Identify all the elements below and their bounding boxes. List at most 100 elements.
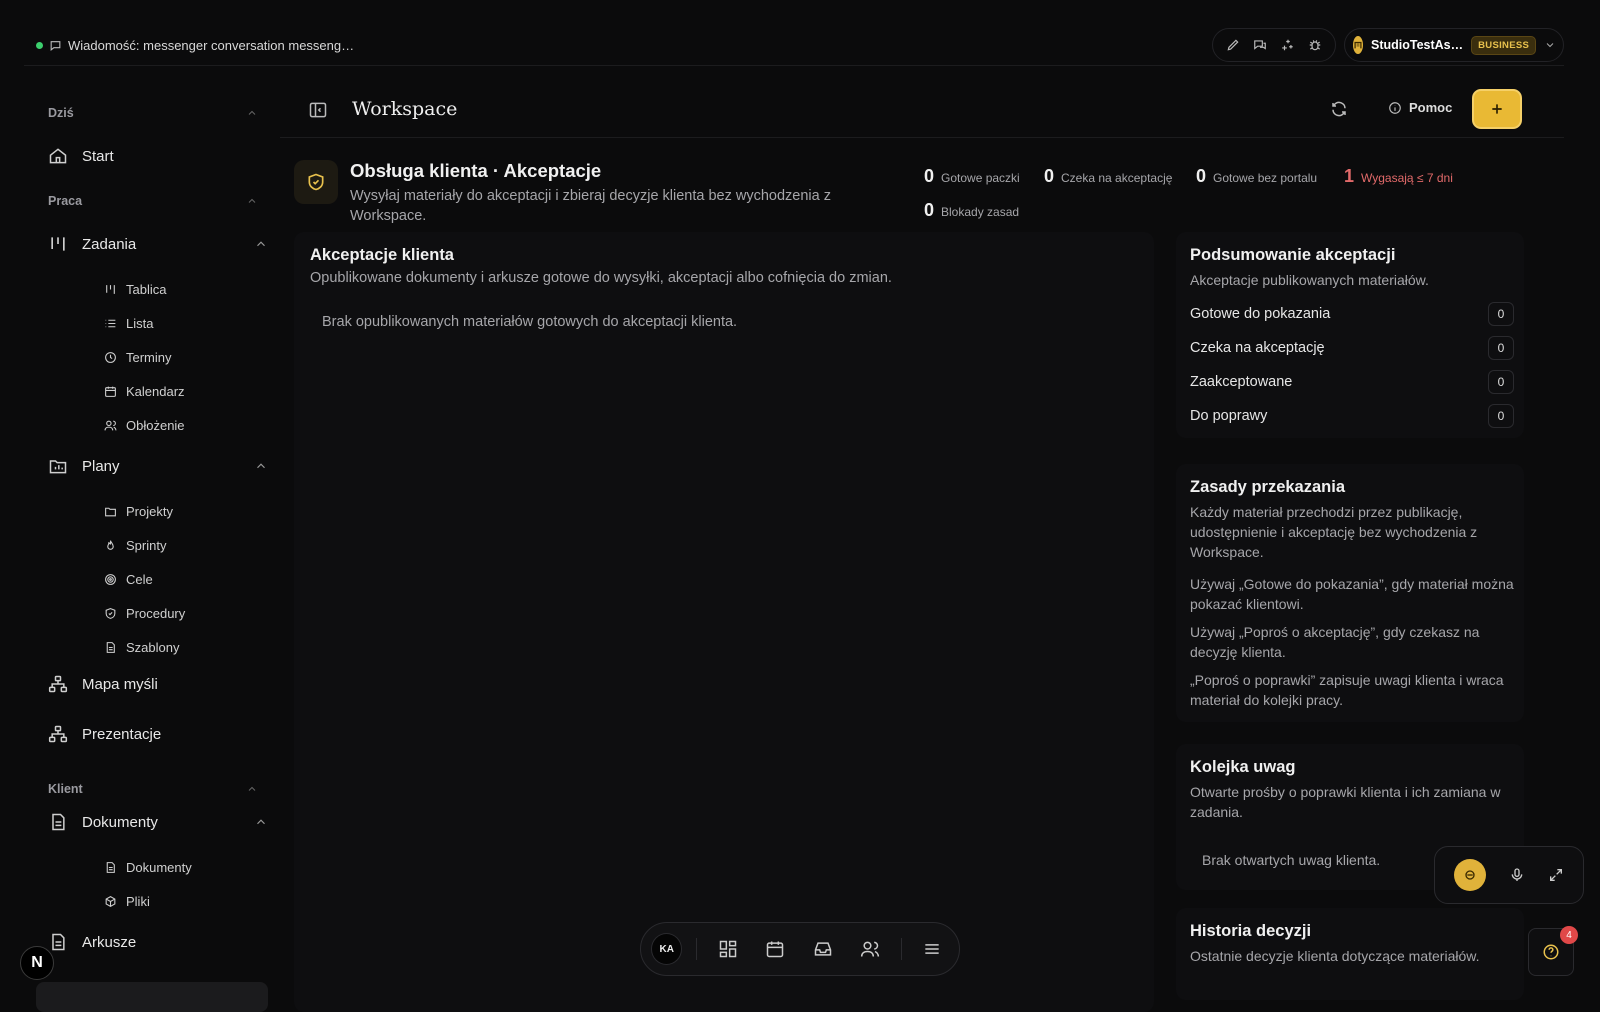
n-logo-button[interactable]: N: [20, 946, 54, 980]
users-icon[interactable]: [853, 939, 886, 959]
info-icon: [1388, 101, 1402, 115]
account-name: StudioTestAs…: [1371, 38, 1464, 52]
stat-label: Gotowe paczki: [941, 171, 1020, 185]
stat-awaiting-approval[interactable]: 0 Czeka na akceptację: [1044, 166, 1172, 187]
sidebar-item-projects[interactable]: Projekty: [104, 504, 173, 519]
sparkles-icon[interactable]: [1279, 36, 1297, 54]
stat-ready-no-portal[interactable]: 0 Gotowe bez portalu: [1196, 166, 1317, 187]
sidebar-item-label: Obłożenie: [126, 418, 185, 433]
sidebar-item-sheets[interactable]: Arkusze: [48, 932, 268, 952]
home-icon: [48, 146, 68, 166]
sidebar-item-board[interactable]: Tablica: [104, 282, 166, 297]
sidebar-item-workload[interactable]: Obłożenie: [104, 418, 185, 433]
rule-item: Używaj „Gotowe do pokazania”, gdy materi…: [1190, 576, 1514, 612]
row-label: Zaakceptowane: [1190, 374, 1293, 390]
chat-icon: [49, 39, 62, 52]
shield-check-icon: [104, 607, 117, 620]
sidebar-item-mindmap[interactable]: Mapa myśli: [48, 674, 268, 694]
sidebar-item-calendar[interactable]: Kalendarz: [104, 384, 185, 399]
sidebar-item-list[interactable]: Lista: [104, 316, 153, 331]
microphone-icon[interactable]: [1509, 867, 1525, 883]
menu-icon[interactable]: [916, 939, 949, 959]
sidebar-item-sprints[interactable]: Sprinty: [104, 538, 166, 553]
kanban-icon: [48, 234, 68, 254]
section-today[interactable]: Dziś: [48, 106, 258, 120]
row-label: Do poprawy: [1190, 408, 1268, 424]
main-content: Workspace Pomoc Obsługa klienta · Akcept…: [280, 89, 1564, 1012]
chevron-up-icon[interactable]: [254, 237, 268, 251]
chevron-down-icon: [1544, 39, 1556, 51]
users-icon: [104, 419, 117, 432]
section-work[interactable]: Praca: [48, 194, 258, 208]
sitemap-icon: [48, 724, 68, 744]
inbox-icon[interactable]: [806, 939, 839, 959]
approvals-panel: Akceptacje klienta Opublikowane dokument…: [294, 232, 1154, 1012]
chat-bubbles-icon[interactable]: [1251, 36, 1269, 54]
section-client[interactable]: Klient: [48, 782, 258, 796]
voice-widget: [1434, 846, 1584, 904]
rule-item: „Poproś o poprawki” zapisuje uwagi klien…: [1190, 672, 1504, 708]
summary-title: Podsumowanie akceptacji: [1190, 246, 1396, 264]
sidebar-item-presentations[interactable]: Prezentacje: [48, 724, 268, 744]
stat-label: Gotowe bez portalu: [1213, 171, 1318, 185]
row-label: Czeka na akceptację: [1190, 340, 1325, 356]
row-count: 0: [1488, 302, 1514, 326]
divider: [900, 938, 902, 960]
flame-icon: [104, 539, 117, 552]
stat-label: Wygasają ≤ 7 dni: [1361, 171, 1453, 185]
chevron-up-icon[interactable]: [246, 107, 258, 119]
sidebar-item-start[interactable]: Start: [48, 146, 268, 166]
calendar-icon[interactable]: [759, 939, 792, 959]
bug-icon[interactable]: [1306, 36, 1324, 54]
module-description: Wysyłaj materiały do akceptacji i zbiera…: [350, 188, 831, 224]
sidebar-item-documents[interactable]: Dokumenty: [48, 812, 268, 832]
summary-row[interactable]: Czeka na akceptację 0: [1190, 336, 1514, 360]
divider: [696, 938, 698, 960]
sidebar-item-goals[interactable]: Cele: [104, 572, 153, 587]
sidebar-item-label: Dokumenty: [126, 860, 192, 875]
sidebar-item-templates[interactable]: Szablony: [104, 640, 179, 655]
module-title: Obsługa klienta · Akceptacje: [350, 160, 602, 181]
expand-icon[interactable]: [1548, 867, 1564, 883]
stat-value: 0: [1044, 166, 1055, 186]
refresh-icon[interactable]: [1330, 100, 1348, 118]
sidebar-item-tasks[interactable]: Zadania: [48, 234, 268, 254]
assistant-orb-icon[interactable]: [1454, 859, 1487, 891]
grid-icon[interactable]: [711, 939, 744, 959]
sidebar-item-label: Arkusze: [82, 933, 137, 951]
chevron-up-icon[interactable]: [254, 815, 268, 829]
summary-row[interactable]: Zaakceptowane 0: [1190, 370, 1514, 394]
stat-ready-packages[interactable]: 0 Gotowe paczki: [924, 166, 1020, 187]
account-switcher[interactable]: StudioTestAs… BUSINESS: [1344, 28, 1564, 62]
sidebar-item-plans[interactable]: Plany: [48, 456, 268, 476]
avatar[interactable]: KA: [651, 933, 683, 965]
sidebar-toggle-icon[interactable]: [308, 100, 328, 120]
sidebar-item-label: Cele: [126, 572, 153, 587]
summary-row[interactable]: Gotowe do pokazania 0: [1190, 302, 1514, 326]
folder-icon: [104, 505, 117, 518]
stat-expiring[interactable]: 1 Wygasają ≤ 7 dni: [1344, 166, 1453, 187]
sidebar-item-deadlines[interactable]: Terminy: [104, 350, 172, 365]
sidebar-item-procedures[interactable]: Procedury: [104, 606, 185, 621]
help-button[interactable]: Pomoc: [1388, 100, 1452, 115]
queue-title: Kolejka uwag: [1190, 758, 1296, 776]
sidebar-item-documents-sub[interactable]: Dokumenty: [104, 860, 192, 875]
help-label: Pomoc: [1409, 100, 1453, 115]
stat-label: Czeka na akceptację: [1061, 171, 1173, 185]
sidebar-item-selected[interactable]: [36, 982, 268, 1012]
pen-icon[interactable]: [1224, 36, 1242, 54]
row-label: Gotowe do pokazania: [1190, 306, 1331, 322]
conversation-status[interactable]: Wiadomość: messenger conversation messen…: [36, 38, 354, 53]
empty-state: Brak opublikowanych materiałów gotowych …: [322, 314, 738, 330]
sidebar-item-label: Terminy: [126, 350, 172, 365]
chevron-up-icon[interactable]: [254, 459, 268, 473]
chevron-up-icon[interactable]: [246, 195, 258, 207]
page-header: Workspace Pomoc: [280, 89, 1564, 138]
add-button[interactable]: [1472, 89, 1522, 129]
plan-badge: BUSINESS: [1471, 35, 1537, 55]
stat-policy-blocks[interactable]: 0 Blokady zasad: [924, 200, 1019, 221]
sidebar-item-files[interactable]: Pliki: [104, 894, 150, 909]
row-count: 0: [1488, 370, 1514, 394]
summary-row[interactable]: Do poprawy 0: [1190, 404, 1514, 428]
chevron-up-icon[interactable]: [246, 783, 258, 795]
